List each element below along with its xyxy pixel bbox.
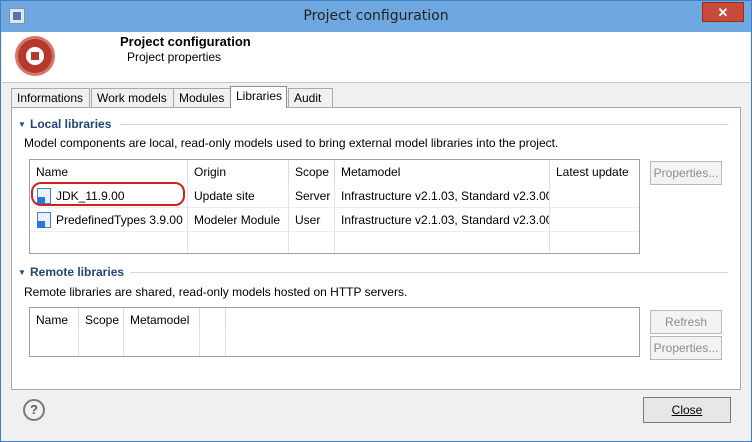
library-name: JDK_11.9.00 [56,189,125,203]
empty-cell [289,232,335,253]
row-metamodel-cell: Infrastructure v2.1.03, Standard v2.3.00 [335,208,550,232]
section-divider [130,272,728,273]
window-title: Project configuration [303,8,449,24]
local-libraries-header[interactable]: ▼ Local libraries [18,117,111,133]
column-latest-update[interactable]: Latest update [550,160,639,184]
empty-cell [188,232,289,253]
library-icon [37,188,51,204]
empty-cell [124,332,200,356]
help-icon[interactable]: ? [23,399,45,421]
local-properties-button[interactable]: Properties... [650,161,722,185]
tab-libraries[interactable]: Libraries [230,86,287,108]
title-bar[interactable]: Project configuration ✕ [1,1,751,32]
dialog-window: Project configuration ✕ Project configur… [0,0,752,442]
remote-libraries-header[interactable]: ▼ Remote libraries [18,265,124,281]
remote-libraries-description: Remote libraries are shared, read-only m… [24,285,408,299]
row-name-cell: PredefinedTypes 3.9.00 [30,208,188,232]
local-libraries-table[interactable]: Name Origin Scope Metamodel Latest updat… [29,159,640,254]
empty-cell [30,332,79,356]
column-extra [200,308,226,332]
empty-cell [550,232,639,253]
window-close-button[interactable]: ✕ [702,2,744,22]
empty-cell [79,332,124,356]
row-origin-cell: Modeler Module [188,208,289,232]
empty-cell [30,232,188,253]
row-metamodel-cell: Infrastructure v2.1.03, Standard v2.3.00 [335,184,550,208]
collapse-triangle-icon[interactable]: ▼ [18,268,30,277]
modelio-logo-icon [15,36,55,76]
tab-informations[interactable]: Informations [11,88,90,108]
row-scope-cell: User [289,208,335,232]
remote-libraries-table[interactable]: Name Scope Metamodel [29,307,640,357]
row-name-cell: JDK_11.9.00 [30,184,188,208]
dialog-banner: Project configuration Project properties [2,32,750,83]
banner-title: Project configuration [120,34,251,49]
column-name[interactable]: Name [30,308,79,332]
tab-work-models[interactable]: Work models [91,88,181,108]
libraries-panel: ▼ Local libraries Model components are lo… [11,107,741,390]
tab-modules[interactable]: Modules [173,88,232,108]
remote-properties-button[interactable]: Properties... [650,336,722,360]
section-divider [120,124,728,125]
remote-libraries-title: Remote libraries [30,265,125,279]
library-name: PredefinedTypes 3.9.00 [56,213,183,227]
empty-cell [200,332,226,356]
column-name[interactable]: Name [30,160,188,184]
empty-cell [335,232,550,253]
banner-subtitle: Project properties [127,50,222,64]
column-origin[interactable]: Origin [188,160,289,184]
local-libraries-title: Local libraries [30,117,112,131]
close-button[interactable]: Close [643,397,731,423]
column-metamodel[interactable]: Metamodel [124,308,200,332]
column-scope[interactable]: Scope [289,160,335,184]
tab-audit[interactable]: Audit [288,88,333,108]
collapse-triangle-icon[interactable]: ▼ [18,120,30,129]
local-libraries-description: Model components are local, read-only mo… [24,136,559,150]
row-latest-cell [550,184,639,208]
row-origin-cell: Update site [188,184,289,208]
library-icon [37,212,51,228]
column-metamodel[interactable]: Metamodel [335,160,550,184]
row-latest-cell [550,208,639,232]
close-button-label: Close [671,403,703,417]
refresh-button[interactable]: Refresh [650,310,722,334]
column-scope[interactable]: Scope [79,308,124,332]
row-scope-cell: Server [289,184,335,208]
